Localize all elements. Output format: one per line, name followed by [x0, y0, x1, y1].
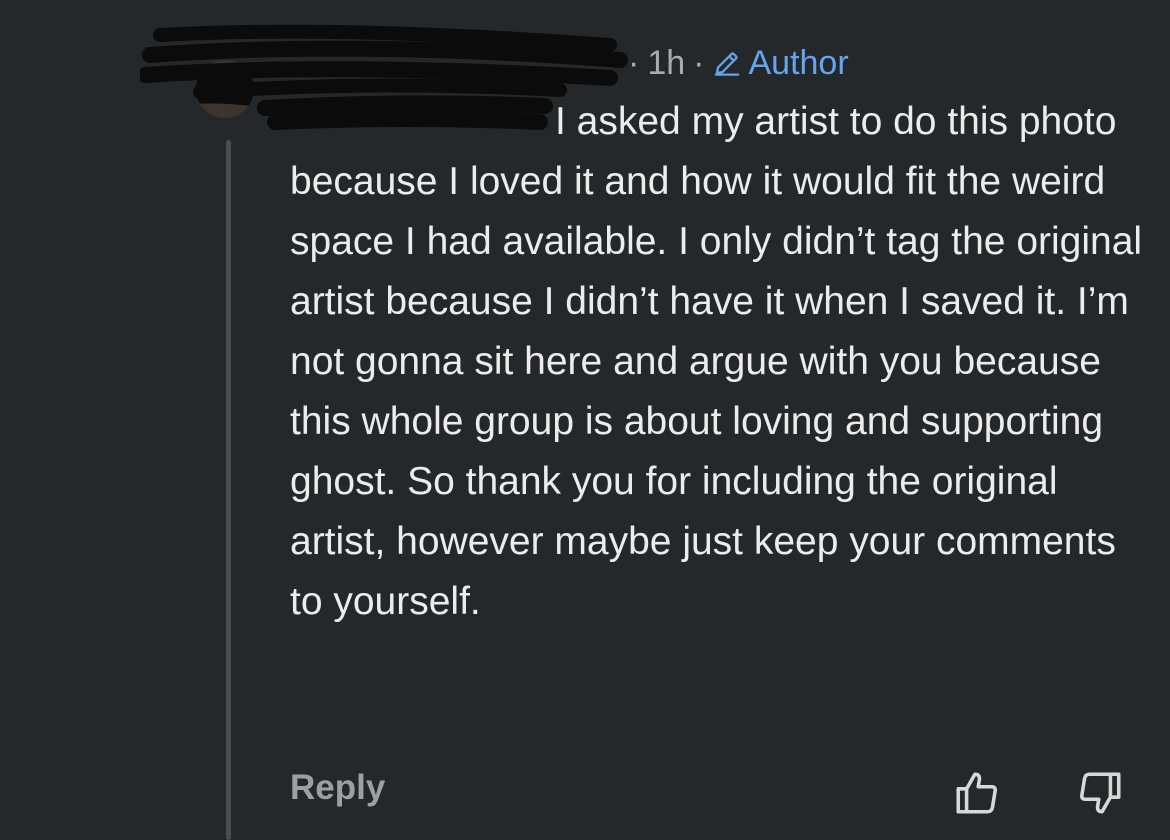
comment-meta: · 1h · Author	[620, 42, 849, 84]
meta-separator: ·	[628, 43, 640, 82]
author-badge-label: Author	[748, 43, 849, 82]
downvote-button[interactable]	[1075, 768, 1125, 818]
comment-body-block: I asked my artist to do this photo becau…	[290, 92, 1150, 632]
mention-redaction	[257, 95, 553, 130]
comment-timestamp: 1h	[647, 43, 686, 82]
author-badge: Author	[712, 43, 849, 83]
thumbs-up-icon	[956, 772, 997, 814]
thread-line	[226, 140, 231, 840]
comment-body: I asked my artist to do this photo becau…	[290, 100, 1143, 623]
meta-separator: ·	[693, 43, 705, 82]
upvote-button[interactable]	[952, 768, 1002, 818]
pencil-icon	[715, 52, 740, 76]
reply-button[interactable]: Reply	[290, 768, 385, 808]
thumbs-down-icon	[1080, 772, 1121, 814]
